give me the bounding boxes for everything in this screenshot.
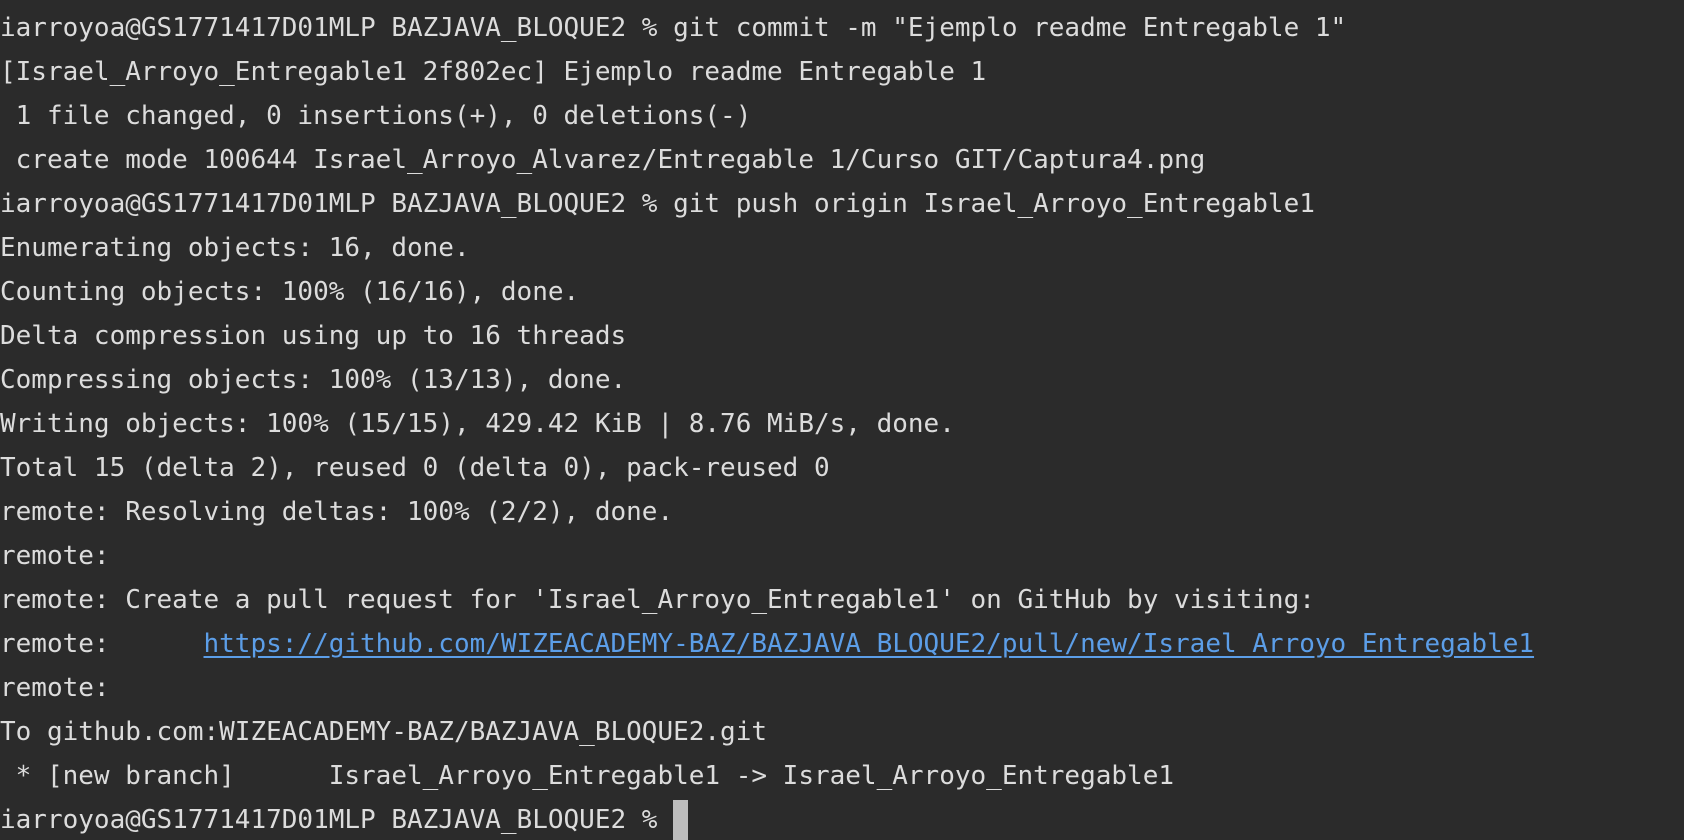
terminal-line: [Israel_Arroyo_Entregable1 2f802ec] Ejem… — [0, 57, 987, 87]
terminal-line: create mode 100644 Israel_Arroyo_Alvarez… — [0, 145, 1206, 175]
terminal-line: remote: — [0, 541, 110, 571]
terminal-link-line: remote: https://github.com/WIZEACADEMY-B… — [0, 622, 1684, 666]
terminal-line: 1 file changed, 0 insertions(+), 0 delet… — [0, 101, 752, 131]
terminal-line: Writing objects: 100% (15/15), 429.42 Ki… — [0, 409, 955, 439]
terminal-line: Delta compression using up to 16 threads — [0, 321, 627, 351]
terminal-line: remote: Create a pull request for 'Israe… — [0, 585, 1315, 615]
shell-prompt: iarroyoa@GS1771417D01MLP BAZJAVA_BLOQUE2… — [0, 805, 658, 835]
terminal-line: remote: Resolving deltas: 100% (2/2), do… — [0, 497, 674, 527]
terminal-line: remote: — [0, 673, 110, 703]
terminal-line: iarroyoa@GS1771417D01MLP BAZJAVA_BLOQUE2… — [0, 13, 1347, 43]
terminal-window[interactable]: iarroyoa@GS1771417D01MLP BAZJAVA_BLOQUE2… — [0, 0, 1684, 840]
terminal-line: Compressing objects: 100% (13/13), done. — [0, 365, 627, 395]
terminal-prompt-line[interactable]: iarroyoa@GS1771417D01MLP BAZJAVA_BLOQUE2… — [0, 798, 1684, 840]
terminal-line: To github.com:WIZEACADEMY-BAZ/BAZJAVA_BL… — [0, 717, 768, 747]
link-line-prefix: remote: — [0, 629, 204, 659]
text-cursor — [673, 800, 689, 840]
terminal-line: * [new branch] Israel_Arroyo_Entregable1… — [0, 761, 1174, 791]
pull-request-link[interactable]: https://github.com/WIZEACADEMY-BAZ/BAZJA… — [204, 622, 1535, 666]
terminal-line: iarroyoa@GS1771417D01MLP BAZJAVA_BLOQUE2… — [0, 189, 1315, 219]
terminal-line: Enumerating objects: 16, done. — [0, 233, 470, 263]
terminal-line: Counting objects: 100% (16/16), done. — [0, 277, 580, 307]
terminal-line: Total 15 (delta 2), reused 0 (delta 0), … — [0, 453, 830, 483]
